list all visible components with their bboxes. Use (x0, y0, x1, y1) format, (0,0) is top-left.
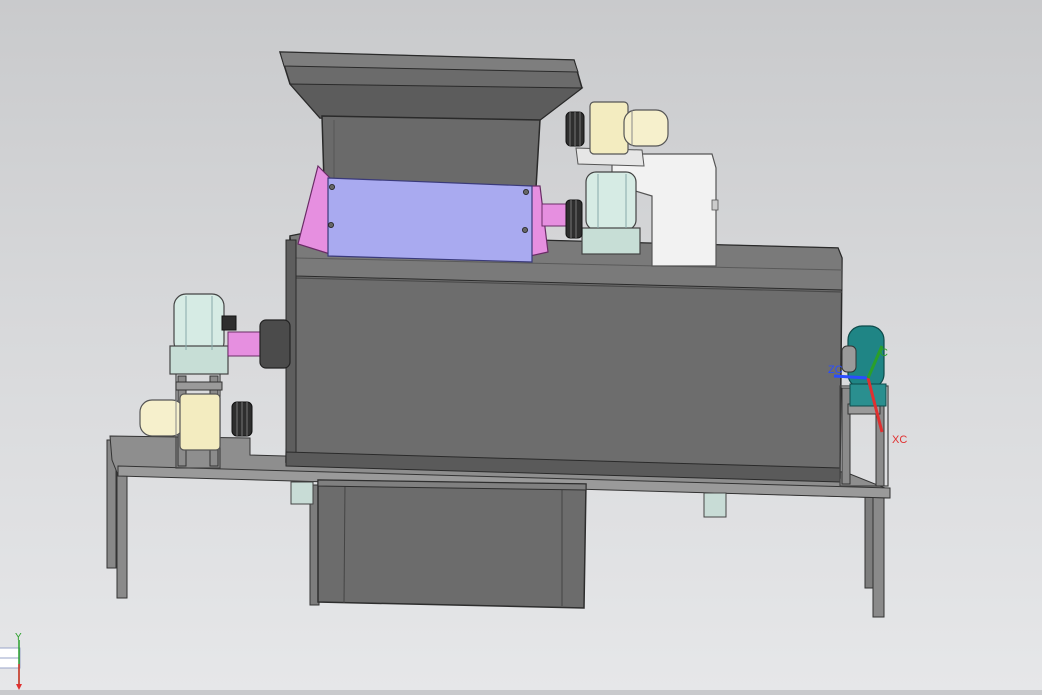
access-panel (327, 177, 533, 263)
motor-upper-housing (589, 101, 629, 155)
discharge-chute[interactable] (317, 479, 587, 609)
rail-bracket-left (290, 481, 314, 505)
pulley-left (231, 401, 253, 437)
coupling-left (259, 319, 291, 369)
frame-leg-front-left (116, 469, 128, 599)
motor-left-housing (179, 393, 221, 451)
pulley-upper (565, 111, 585, 147)
frame-leg-front-right (872, 494, 885, 618)
3d-model-canvas[interactable]: ZC XC C Y (0, 0, 1042, 690)
wcs-z-label: ZC (828, 364, 843, 376)
wcs-z-axis (833, 374, 869, 380)
pink-side-plate-left (297, 164, 331, 255)
shaft-left (227, 331, 265, 357)
motor-left-body (139, 399, 185, 437)
wcs-y-label: C (880, 347, 888, 359)
bearing-left (173, 293, 225, 355)
view-down-arrow (16, 684, 22, 690)
view-y-label: Y (15, 632, 22, 643)
wcs-x-label: XC (892, 434, 907, 446)
motor-upper-body (623, 109, 669, 147)
graphics-viewport[interactable]: ZC XC C Y (0, 0, 1042, 690)
view-orientation-triad: Y (0, 632, 22, 690)
rail-bracket-right (703, 492, 727, 518)
bearing-upper (585, 171, 637, 231)
feed-hopper[interactable] (278, 51, 584, 189)
main-housing[interactable] (285, 233, 843, 483)
